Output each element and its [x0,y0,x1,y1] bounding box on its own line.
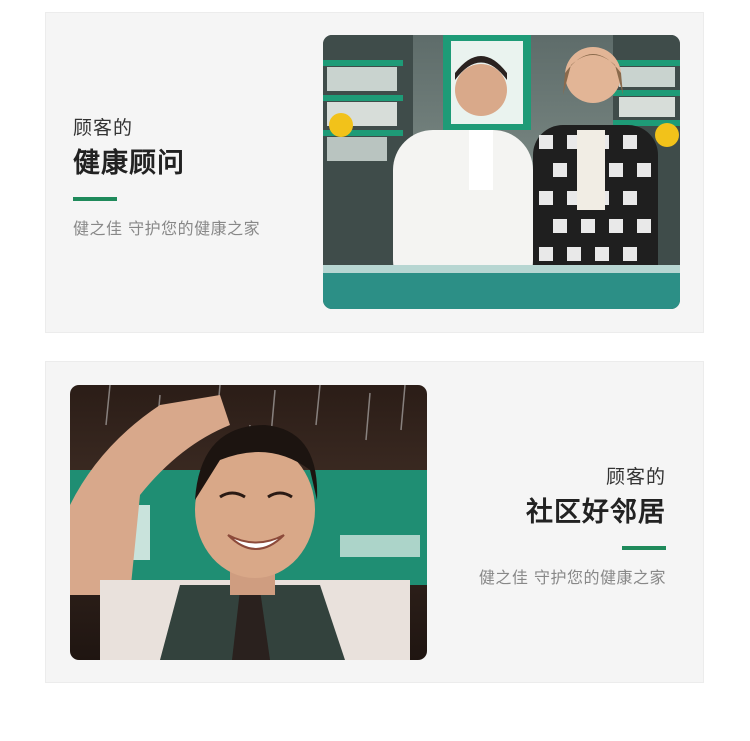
card-title: 社区好邻居 [526,497,666,528]
card-text-block: 顾客的 健康顾问 健之佳 守护您的健康之家 [73,115,260,240]
pharmacist-and-customer-photo [323,35,680,309]
accent-divider [622,546,666,550]
card-subtitle: 健之佳 守护您的健康之家 [73,219,261,238]
card-subtitle: 健之佳 守护您的健康之家 [478,568,666,587]
card-title: 健康顾问 [73,148,185,179]
card-pretitle: 顾客的 [73,117,134,139]
feature-card-health-advisor: 顾客的 健康顾问 健之佳 守护您的健康之家 [45,12,704,333]
feature-card-community-neighbor: 顾客的 社区好邻居 健之佳 守护您的健康之家 [45,361,704,683]
accent-divider [73,197,117,201]
card-text-block: 顾客的 社区好邻居 健之佳 守护您的健康之家 [479,464,666,589]
card-pretitle: 顾客的 [605,466,666,488]
smiling-staff-in-rain-photo [70,385,427,660]
